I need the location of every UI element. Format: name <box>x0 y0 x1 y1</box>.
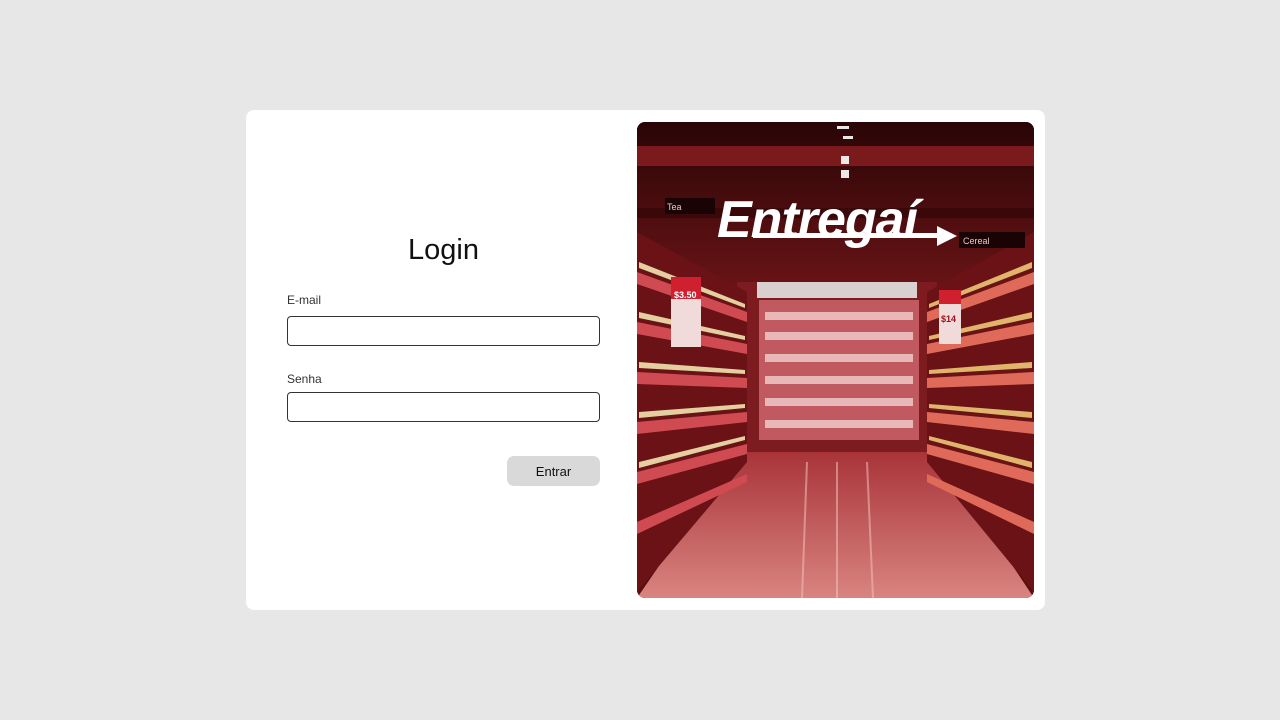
price-tag-left: $3.50 <box>674 290 697 300</box>
email-label: E-mail <box>287 293 322 307</box>
aisle-sign-tea: Tea <box>667 202 682 212</box>
password-field[interactable] <box>287 392 600 422</box>
password-label: Senha <box>287 372 322 386</box>
login-button[interactable]: Entrar <box>507 456 600 486</box>
aisle-sign-cereal: Cereal <box>963 236 990 246</box>
email-field[interactable] <box>287 316 600 346</box>
brand-logo: Entregaí <box>717 191 925 249</box>
hero-image: Tea Cereal $3.50 $14 Entregaí <box>637 122 1034 598</box>
price-tag-right: $14 <box>941 314 956 324</box>
supermarket-aisle-illustration: Tea Cereal $3.50 $14 Entregaí <box>637 122 1034 598</box>
page-title: Login <box>408 234 479 266</box>
